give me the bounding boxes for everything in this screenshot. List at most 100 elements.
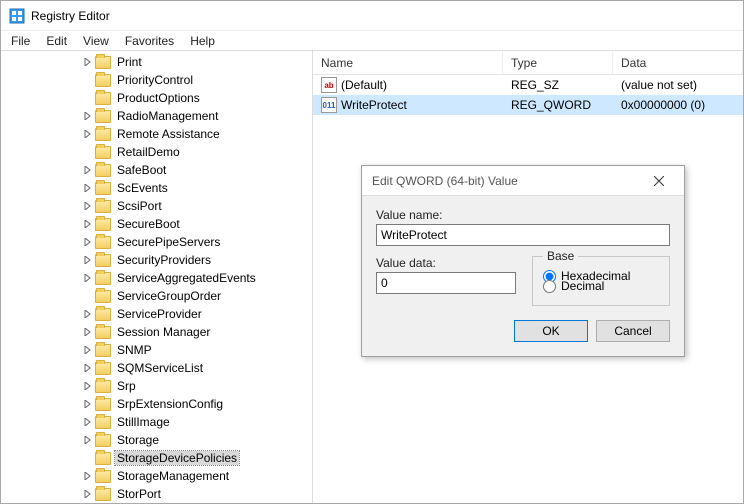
expand-icon[interactable] — [81, 361, 95, 375]
tree-item[interactable]: SecureBoot — [81, 215, 312, 233]
expand-icon[interactable] — [81, 289, 95, 303]
tree-item[interactable]: Session Manager — [81, 323, 312, 341]
tree-item[interactable]: SafeBoot — [81, 161, 312, 179]
ok-button[interactable]: OK — [514, 320, 588, 342]
expand-icon[interactable] — [81, 469, 95, 483]
cancel-button[interactable]: Cancel — [596, 320, 670, 342]
expand-icon[interactable] — [81, 145, 95, 159]
tree-label: StorageDevicePolicies — [115, 451, 239, 465]
tree-item[interactable]: SQMServiceList — [81, 359, 312, 377]
close-icon[interactable] — [644, 171, 674, 191]
tree-label: SQMServiceList — [115, 361, 205, 375]
tree-item[interactable]: StorageManagement — [81, 467, 312, 485]
expand-icon[interactable] — [81, 487, 95, 501]
tree-label: Storage — [115, 433, 161, 447]
list-row[interactable]: 011WriteProtectREG_QWORD0x00000000 (0) — [313, 95, 743, 115]
expand-icon[interactable] — [81, 109, 95, 123]
tree-label: StorPort — [115, 487, 163, 501]
tree-item[interactable]: RetailDemo — [81, 143, 312, 161]
value-name-input[interactable] — [376, 224, 670, 246]
list-row[interactable]: ab(Default)REG_SZ(value not set) — [313, 75, 743, 95]
tree-item[interactable]: ServiceAggregatedEvents — [81, 269, 312, 287]
window-title: Registry Editor — [31, 9, 110, 23]
tree-item[interactable]: Srp — [81, 377, 312, 395]
tree-label: StorageManagement — [115, 469, 231, 483]
value-data: 0x00000000 (0) — [613, 96, 743, 114]
expand-icon[interactable] — [81, 325, 95, 339]
tree-item[interactable]: ServiceGroupOrder — [81, 287, 312, 305]
tree-item[interactable]: SecurityProviders — [81, 251, 312, 269]
expand-icon[interactable] — [81, 451, 95, 465]
expand-icon[interactable] — [81, 217, 95, 231]
expand-icon[interactable] — [81, 433, 95, 447]
tree-label: SafeBoot — [115, 163, 168, 177]
tree-label: ServiceProvider — [115, 307, 204, 321]
col-data[interactable]: Data — [613, 52, 743, 74]
value-type: REG_SZ — [503, 76, 613, 94]
menu-edit[interactable]: Edit — [38, 32, 75, 50]
value-data-label: Value data: — [376, 256, 516, 270]
expand-icon[interactable] — [81, 379, 95, 393]
tree-item[interactable]: ServiceProvider — [81, 305, 312, 323]
value-data-input[interactable] — [376, 272, 516, 294]
tree-label: SrpExtensionConfig — [115, 397, 225, 411]
folder-icon — [95, 254, 111, 267]
col-name[interactable]: Name — [313, 52, 503, 74]
dec-radio[interactable] — [543, 280, 556, 293]
expand-icon[interactable] — [81, 307, 95, 321]
folder-icon — [95, 452, 111, 465]
tree-view[interactable]: PrintPriorityControlProductOptionsRadioM… — [1, 51, 313, 503]
tree-item[interactable]: ScEvents — [81, 179, 312, 197]
expand-icon[interactable] — [81, 163, 95, 177]
col-type[interactable]: Type — [503, 52, 613, 74]
folder-icon — [95, 236, 111, 249]
expand-icon[interactable] — [81, 55, 95, 69]
menu-help[interactable]: Help — [182, 32, 223, 50]
tree-item[interactable]: StillImage — [81, 413, 312, 431]
menu-favorites[interactable]: Favorites — [117, 32, 182, 50]
expand-icon[interactable] — [81, 235, 95, 249]
folder-icon — [95, 308, 111, 321]
tree-item[interactable]: SrpExtensionConfig — [81, 395, 312, 413]
tree-item[interactable]: SNMP — [81, 341, 312, 359]
expand-icon[interactable] — [81, 415, 95, 429]
tree-item[interactable]: Print — [81, 53, 312, 71]
folder-icon — [95, 290, 111, 303]
tree-item[interactable]: Remote Assistance — [81, 125, 312, 143]
expand-icon[interactable] — [81, 127, 95, 141]
tree-item[interactable]: RadioManagement — [81, 107, 312, 125]
expand-icon[interactable] — [81, 73, 95, 87]
expand-icon[interactable] — [81, 343, 95, 357]
folder-icon — [95, 146, 111, 159]
tree-label: ScsiPort — [115, 199, 164, 213]
tree-label: Remote Assistance — [115, 127, 222, 141]
tree-label: ScEvents — [115, 181, 170, 195]
binary-value-icon: 011 — [321, 97, 337, 113]
dialog-title: Edit QWORD (64-bit) Value — [372, 174, 518, 188]
menu-view[interactable]: View — [75, 32, 117, 50]
folder-icon — [95, 164, 111, 177]
tree-item[interactable]: StorageDevicePolicies — [81, 449, 312, 467]
tree-item[interactable]: ScsiPort — [81, 197, 312, 215]
folder-icon — [95, 380, 111, 393]
tree-item[interactable]: StorPort — [81, 485, 312, 503]
folder-icon — [95, 416, 111, 429]
tree-item[interactable]: Storage — [81, 431, 312, 449]
expand-icon[interactable] — [81, 253, 95, 267]
tree-item[interactable]: ProductOptions — [81, 89, 312, 107]
tree-item[interactable]: SecurePipeServers — [81, 233, 312, 251]
expand-icon[interactable] — [81, 271, 95, 285]
expand-icon[interactable] — [81, 91, 95, 105]
value-type: REG_QWORD — [503, 96, 613, 114]
string-value-icon: ab — [321, 77, 337, 93]
expand-icon[interactable] — [81, 397, 95, 411]
expand-icon[interactable] — [81, 181, 95, 195]
folder-icon — [95, 218, 111, 231]
menu-file[interactable]: File — [3, 32, 38, 50]
folder-icon — [95, 362, 111, 375]
tree-label: RetailDemo — [115, 145, 182, 159]
tree-label: ServiceGroupOrder — [115, 289, 223, 303]
expand-icon[interactable] — [81, 199, 95, 213]
tree-item[interactable]: PriorityControl — [81, 71, 312, 89]
folder-icon — [95, 182, 111, 195]
